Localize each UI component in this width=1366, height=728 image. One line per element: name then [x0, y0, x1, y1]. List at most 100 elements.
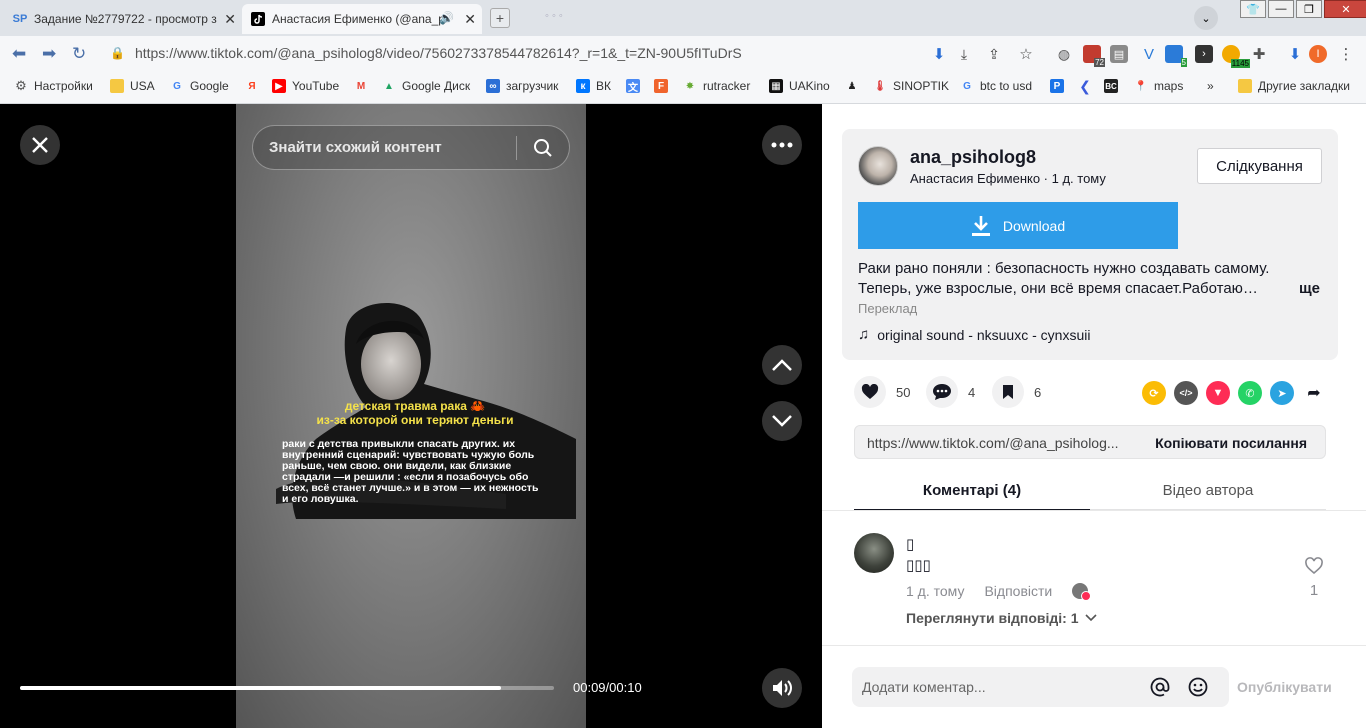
menu-dots-icon[interactable]: ⋮ — [1337, 45, 1355, 63]
reload-icon[interactable]: ↻ — [72, 44, 86, 64]
bookmark-google-drive[interactable]: ▲ Google Диск — [382, 79, 470, 93]
bookmark-usa[interactable]: USA — [110, 79, 155, 93]
bitcoin-icon[interactable]: 1145 — [1222, 45, 1250, 68]
share-arrow-icon[interactable]: ➦ — [1302, 381, 1326, 405]
comment-input[interactable]: Додати коментар... — [852, 667, 1229, 707]
new-tab-button[interactable]: + — [490, 8, 510, 28]
save-action[interactable]: 6 — [992, 376, 1041, 408]
repost-icon[interactable]: ⟳ — [1142, 381, 1166, 405]
embed-code-icon[interactable]: </> — [1174, 381, 1198, 405]
tab-creator-videos[interactable]: Відео автора — [1090, 482, 1326, 499]
follow-button[interactable]: Слідкування — [1197, 148, 1322, 184]
bookmark-f[interactable]: F — [654, 79, 674, 93]
browser-tab-1[interactable]: SP Задание №2779722 - просмотр з ✕ — [4, 4, 242, 34]
extension-badge-icon[interactable]: 72 — [1083, 45, 1105, 67]
globe-icon[interactable]: ◍ — [1055, 45, 1073, 63]
extension-arrow-icon[interactable]: › — [1195, 45, 1213, 63]
minimize-icon[interactable]: — — [1268, 0, 1294, 18]
heart-outline-icon[interactable] — [1304, 557, 1324, 575]
star-icon[interactable]: ☆ — [1017, 45, 1035, 63]
previous-video-button[interactable] — [762, 345, 802, 385]
comment-like[interactable]: 1 — [1302, 557, 1326, 599]
speaker-icon[interactable]: 🔊 — [439, 11, 454, 25]
telegram-icon[interactable]: ➤ — [1270, 381, 1294, 405]
video-link-text[interactable]: https://www.tiktok.com/@ana_psiholog... — [867, 435, 1119, 451]
mention-icon[interactable] — [1150, 677, 1170, 697]
bookmark-vk[interactable]: к ВК — [576, 79, 611, 93]
profile-shirt-icon[interactable]: 👕 — [1240, 0, 1266, 18]
restore-icon[interactable]: ❐ — [1296, 0, 1322, 18]
profile-avatar-icon[interactable]: I — [1309, 45, 1327, 63]
forward-arrow-icon[interactable]: ➡ — [42, 44, 56, 64]
extension-people-icon[interactable]: 5 — [1165, 45, 1187, 67]
publish-button[interactable]: Опублікувати — [1237, 679, 1332, 695]
back-arrow-icon[interactable]: ⬅ — [12, 44, 26, 64]
video-progress-bar[interactable] — [20, 686, 554, 690]
bookmark-rutracker[interactable]: ✸ rutracker — [683, 79, 751, 93]
downloads-icon[interactable]: ⬇ — [1286, 45, 1304, 63]
copy-link-button[interactable]: Копіювати посилання — [1155, 435, 1307, 451]
send-icon[interactable]: ▼ — [1206, 381, 1230, 405]
more-options-button[interactable] — [762, 125, 802, 165]
tab-search-chevron-icon[interactable]: ⌄ — [1194, 6, 1218, 30]
action-bar: 50 4 6 ⟳ </> ▼ ✆ ➤ ➦ — [852, 376, 1332, 412]
next-video-button[interactable] — [762, 401, 802, 441]
whatsapp-icon[interactable]: ✆ — [1238, 381, 1262, 405]
bookmark-icon[interactable] — [992, 376, 1024, 408]
volume-button[interactable] — [762, 668, 802, 708]
sound-link[interactable]: ♫ original sound - nksuuxc - cynxsuii — [858, 326, 1090, 343]
bookmark-figure[interactable]: ♟ — [845, 79, 865, 93]
close-tab-icon[interactable]: ✕ — [464, 11, 476, 28]
more-button[interactable]: ще — [1299, 279, 1320, 299]
install-icon[interactable]: ⤓ — [955, 45, 973, 63]
chevron-down-icon — [772, 415, 792, 427]
close-video-button[interactable] — [20, 125, 60, 165]
bookmark-translate[interactable]: 文 — [626, 79, 646, 94]
download-arrow-icon[interactable]: ⬇ — [930, 45, 948, 63]
like-action[interactable]: 50 — [854, 376, 910, 408]
download-label: Download — [1002, 217, 1066, 234]
bookmark-uakino[interactable]: ▦ UAKino — [769, 79, 830, 93]
author-username[interactable]: ana_psiholog8 — [910, 147, 1036, 168]
video-player[interactable]: Знайти схожий контент детская травма рак… — [0, 104, 822, 728]
bookmark-google[interactable]: G Google — [170, 79, 229, 93]
commenter-avatar[interactable] — [854, 533, 894, 573]
bc-icon: BC — [1104, 79, 1118, 93]
bookmark-settings[interactable]: ⚙ Настройки — [14, 78, 93, 93]
share-icon[interactable]: ⇪ — [985, 45, 1003, 63]
search-icon[interactable] — [533, 138, 553, 158]
close-tab-icon[interactable]: ✕ — [224, 11, 236, 28]
bookmark-downloader[interactable]: ∞ загрузчик — [486, 79, 558, 93]
heart-icon[interactable] — [854, 376, 886, 408]
bookmark-yandex[interactable]: Я — [245, 79, 265, 93]
bookmark-maps[interactable]: 📍 maps — [1134, 79, 1184, 93]
bookmark-gmail[interactable]: M — [354, 79, 374, 93]
download-button[interactable]: Download — [858, 202, 1178, 249]
translate-link[interactable]: Переклад — [858, 301, 917, 316]
comment-icon[interactable] — [926, 376, 958, 408]
similar-content-search[interactable]: Знайти схожий контент — [252, 125, 570, 170]
bookmark-sinoptik[interactable]: 🌡 SINOPTIK — [873, 79, 949, 93]
video-description: Раки рано поняли : безопасность нужно со… — [858, 259, 1328, 299]
comment-action[interactable]: 4 — [926, 376, 975, 408]
bookmark-other[interactable]: Другие закладки — [1238, 79, 1350, 93]
extension-badge-count: 5 — [1180, 58, 1187, 67]
bookmark-p[interactable]: P — [1050, 79, 1070, 93]
bookmark-bc[interactable]: BC — [1104, 79, 1124, 93]
tab-comments[interactable]: Коментарі (4) — [854, 482, 1090, 499]
extension-folder-icon[interactable]: ▤ — [1110, 45, 1128, 63]
close-window-icon[interactable]: ✕ — [1324, 0, 1366, 18]
view-replies-button[interactable]: Переглянути відповіді: 1 — [906, 610, 1097, 626]
extension-v-icon[interactable]: V — [1140, 45, 1158, 63]
puzzle-icon[interactable]: ✚ — [1250, 45, 1268, 63]
bookmarks-overflow[interactable]: » — [1207, 79, 1214, 93]
browser-tab-2[interactable]: Анастасия Ефименко (@ana_p 🔊 ✕ — [242, 4, 482, 34]
emoji-icon[interactable] — [1188, 677, 1208, 697]
bookmark-youtube[interactable]: ▶ YouTube — [272, 79, 339, 93]
url-bar[interactable]: 🔒 https://www.tiktok.com/@ana_psiholog8/… — [102, 40, 924, 66]
author-avatar[interactable] — [858, 146, 898, 186]
bookmark-chevron[interactable]: ❮ — [1078, 78, 1098, 94]
bookmark-btc[interactable]: Gbtc to usd — [960, 79, 1032, 93]
commenter-name[interactable]: ▯ — [906, 535, 914, 553]
reply-button[interactable]: Відповісти — [984, 583, 1052, 599]
